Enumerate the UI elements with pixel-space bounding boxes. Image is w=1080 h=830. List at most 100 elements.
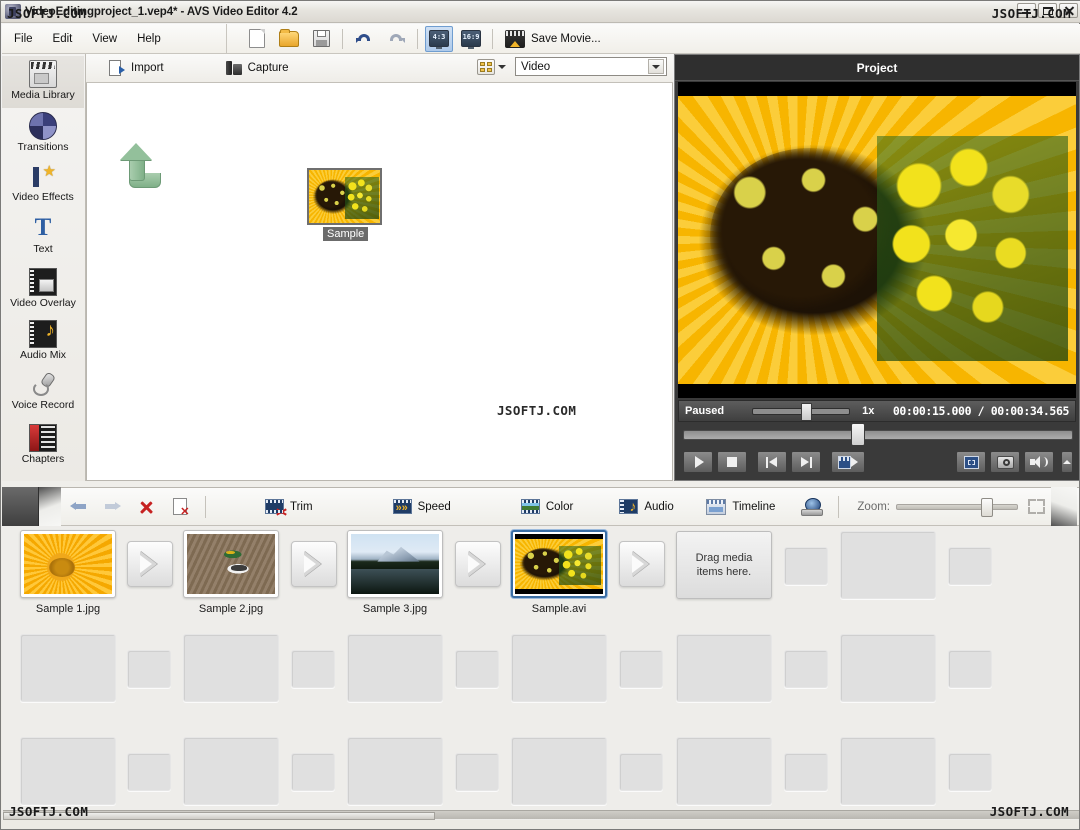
storyboard-clip[interactable]: Sample 3.jpg	[347, 530, 443, 615]
speed-button[interactable]: Speed	[382, 494, 456, 520]
empty-clip-slot[interactable]	[676, 634, 772, 702]
speed-slider[interactable]: 1x	[752, 402, 874, 421]
empty-transition-slot[interactable]	[948, 547, 992, 585]
timeline-view-button[interactable]: Timeline	[695, 494, 780, 520]
empty-clip-slot[interactable]	[840, 737, 936, 805]
empty-transition-slot[interactable]	[455, 650, 499, 688]
empty-transition-slot[interactable]	[619, 650, 663, 688]
delete-button[interactable]	[132, 494, 160, 520]
empty-transition-slot[interactable]	[784, 753, 828, 791]
scrollbar-thumb[interactable]	[3, 812, 435, 820]
empty-clip-slot[interactable]	[511, 737, 607, 805]
speed-slider-track[interactable]	[752, 402, 851, 421]
menu-edit[interactable]: Edit	[45, 30, 81, 48]
snapshot-button[interactable]	[990, 451, 1020, 473]
minimize-button[interactable]	[1017, 3, 1036, 18]
horizontal-scrollbar[interactable]	[3, 810, 1079, 820]
empty-transition-slot[interactable]	[127, 753, 171, 791]
thumbnail-grid-icon[interactable]	[477, 58, 495, 75]
maximize-button[interactable]	[1038, 3, 1057, 18]
volume-expand-button[interactable]	[1061, 451, 1073, 473]
empty-clip-slot[interactable]	[20, 634, 116, 702]
delete-all-button[interactable]	[166, 494, 194, 520]
play-button[interactable]	[683, 451, 713, 473]
empty-clip-slot[interactable]	[840, 531, 936, 599]
transition-slot[interactable]	[291, 541, 337, 587]
trim-button[interactable]: Trim	[254, 494, 318, 520]
sidebar-item-media-library[interactable]: Media Library	[2, 56, 84, 108]
close-button[interactable]	[1059, 3, 1078, 18]
media-dropzone[interactable]: Drag media items here.	[676, 531, 772, 599]
transition-slot[interactable]	[619, 541, 665, 587]
empty-transition-slot[interactable]	[784, 650, 828, 688]
transition-slot[interactable]	[455, 541, 501, 587]
save-project-button[interactable]	[307, 26, 335, 52]
empty-clip-slot[interactable]	[347, 737, 443, 805]
combobox-arrow-button[interactable]	[648, 59, 664, 74]
back-button[interactable]	[64, 494, 92, 520]
previous-frame-button[interactable]	[757, 451, 787, 473]
seek-slider-track[interactable]	[683, 430, 1073, 440]
seek-slider-knob[interactable]	[851, 423, 865, 446]
undo-button[interactable]	[350, 26, 378, 52]
empty-clip-slot[interactable]	[511, 634, 607, 702]
menu-view[interactable]: View	[84, 30, 125, 48]
zoom-slider-knob[interactable]	[981, 497, 993, 517]
speed-slider-knob[interactable]	[801, 402, 813, 421]
sidebar-item-audio-mix[interactable]: Audio Mix	[2, 316, 84, 368]
empty-transition-slot[interactable]	[948, 650, 992, 688]
capture-button[interactable]: Capture	[213, 56, 296, 80]
menu-help[interactable]: Help	[129, 30, 169, 48]
empty-transition-slot[interactable]	[291, 650, 335, 688]
new-project-button[interactable]	[243, 26, 271, 52]
empty-clip-slot[interactable]	[676, 737, 772, 805]
media-category-combobox[interactable]: Video	[515, 57, 667, 76]
import-button[interactable]: Import	[96, 56, 171, 80]
empty-transition-slot[interactable]	[948, 753, 992, 791]
split-scene-button[interactable]	[831, 451, 865, 473]
seek-slider[interactable]	[683, 423, 1073, 446]
storyboard-clip[interactable]: Sample 2.jpg	[183, 530, 279, 615]
media-items-area[interactable]: Sample JSOFTJ.COM	[86, 83, 673, 481]
empty-clip-slot[interactable]	[183, 634, 279, 702]
sidebar-item-chapters[interactable]: Chapters	[2, 420, 84, 472]
empty-transition-slot[interactable]	[619, 753, 663, 791]
empty-transition-slot[interactable]	[291, 753, 335, 791]
fullscreen-button[interactable]	[956, 451, 986, 473]
sidebar-item-video-effects[interactable]: Video Effects	[2, 160, 84, 212]
storyboard-clip[interactable]: Sample 1.jpg	[20, 530, 116, 615]
sidebar-item-transitions[interactable]: Transitions	[2, 108, 84, 160]
empty-clip-slot[interactable]	[20, 737, 116, 805]
storyboard-area[interactable]: Sample 1.jpg Sample 2.jpg Sample 3.jpg S…	[2, 526, 1079, 820]
preview-video-stage[interactable]	[678, 82, 1076, 398]
sidebar-item-video-overlay[interactable]: Video Overlay	[2, 264, 84, 316]
media-item-sample[interactable]	[307, 168, 382, 225]
audio-button[interactable]: Audio	[608, 494, 678, 520]
aspect-ratio-16-9-button[interactable]: 16:9	[457, 26, 485, 52]
menu-file[interactable]: File	[6, 30, 41, 48]
view-mode-dropdown-button[interactable]	[495, 59, 509, 75]
storyboard-clip-selected[interactable]: Sample.avi	[511, 530, 607, 615]
empty-transition-slot[interactable]	[127, 650, 171, 688]
transition-slot[interactable]	[127, 541, 173, 587]
save-movie-button[interactable]: Save Movie...	[500, 26, 606, 52]
empty-clip-slot[interactable]	[347, 634, 443, 702]
volume-button[interactable]	[1024, 451, 1054, 473]
next-frame-button[interactable]	[791, 451, 821, 473]
zoom-slider[interactable]	[896, 497, 1018, 517]
stop-button[interactable]	[717, 451, 747, 473]
aspect-ratio-4-3-button[interactable]: 4:3	[425, 25, 453, 52]
forward-button[interactable]	[98, 494, 126, 520]
sidebar-item-text[interactable]: Text	[2, 212, 84, 264]
up-folder-arrow-icon[interactable]	[119, 143, 167, 188]
redo-button[interactable]	[382, 26, 410, 52]
open-project-button[interactable]	[275, 26, 303, 52]
color-button[interactable]: Color	[510, 494, 578, 520]
sidebar-item-voice-record[interactable]: Voice Record	[2, 368, 84, 420]
empty-clip-slot[interactable]	[840, 634, 936, 702]
storyboard-view-button[interactable]	[797, 494, 827, 520]
empty-clip-slot[interactable]	[183, 737, 279, 805]
empty-transition-slot[interactable]	[784, 547, 828, 585]
empty-transition-slot[interactable]	[455, 753, 499, 791]
fit-to-screen-icon[interactable]	[1028, 499, 1045, 514]
